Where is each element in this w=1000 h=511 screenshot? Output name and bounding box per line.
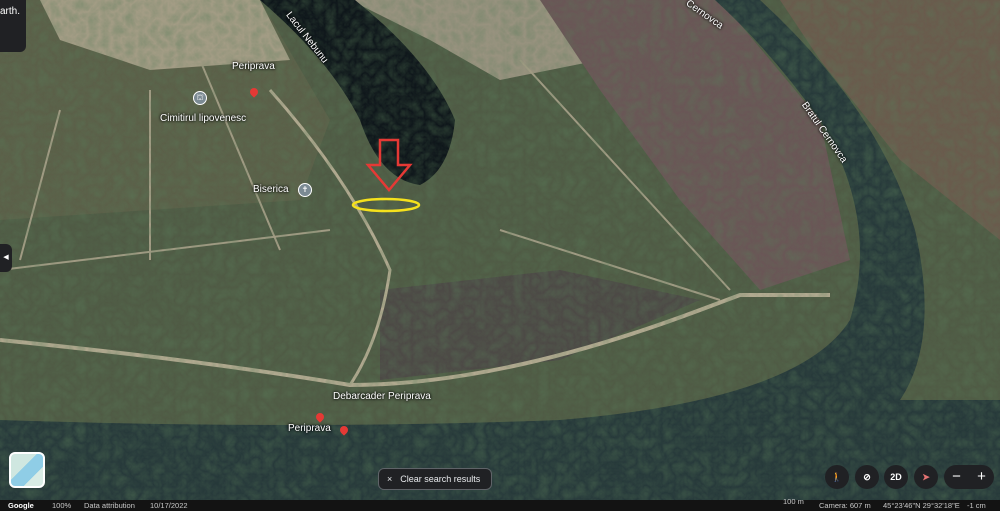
zoom-level: 100% xyxy=(52,501,72,510)
elevation: -1 cm xyxy=(967,501,986,510)
scale-bar[interactable]: 100 m xyxy=(783,496,804,507)
camera-altitude: Camera: 607 m xyxy=(819,501,871,510)
compass-needle-icon[interactable]: ➤ xyxy=(914,465,938,489)
zoom-controls: − + xyxy=(944,465,994,489)
zoom-in-button[interactable]: + xyxy=(977,465,986,489)
compass-reset-icon[interactable]: ⊘ xyxy=(855,465,879,489)
map-style-thumbnail[interactable] xyxy=(9,452,45,488)
google-logo: Google xyxy=(8,501,34,510)
clear-search-button[interactable]: × Clear search results xyxy=(378,468,492,490)
label-church[interactable]: Biserica xyxy=(253,184,289,195)
label-village-bottom[interactable]: Periprava xyxy=(288,423,331,434)
clear-search-label: Clear search results xyxy=(400,474,481,484)
imagery-date: 10/17/2022 xyxy=(150,501,188,510)
satellite-map[interactable] xyxy=(0,0,1000,500)
zoom-out-button[interactable]: − xyxy=(952,465,961,489)
church-cross-icon[interactable]: ✝ xyxy=(298,183,312,197)
coordinates: 45°23'46"N 29°32'18"E xyxy=(883,501,960,510)
expand-panel-button[interactable]: ◀ xyxy=(0,244,12,272)
label-village-top[interactable]: Periprava xyxy=(232,61,275,72)
label-cemetery[interactable]: Cimitirul lipovenesc xyxy=(160,113,246,124)
label-dock[interactable]: Debarcader Periprava xyxy=(333,391,431,402)
data-attribution-link[interactable]: Data attribution xyxy=(84,500,135,511)
close-icon: × xyxy=(387,474,393,484)
info-panel: arth. xyxy=(0,0,26,52)
info-panel-text: arth. xyxy=(0,6,21,17)
pegman-street-view-icon[interactable]: 🚶 xyxy=(825,465,849,489)
cemetery-icon[interactable]: ⛫ xyxy=(193,91,207,105)
view-2d-button[interactable]: 2D xyxy=(884,465,908,489)
status-bar: Google 100% Data attribution 10/17/2022 … xyxy=(0,497,1000,511)
